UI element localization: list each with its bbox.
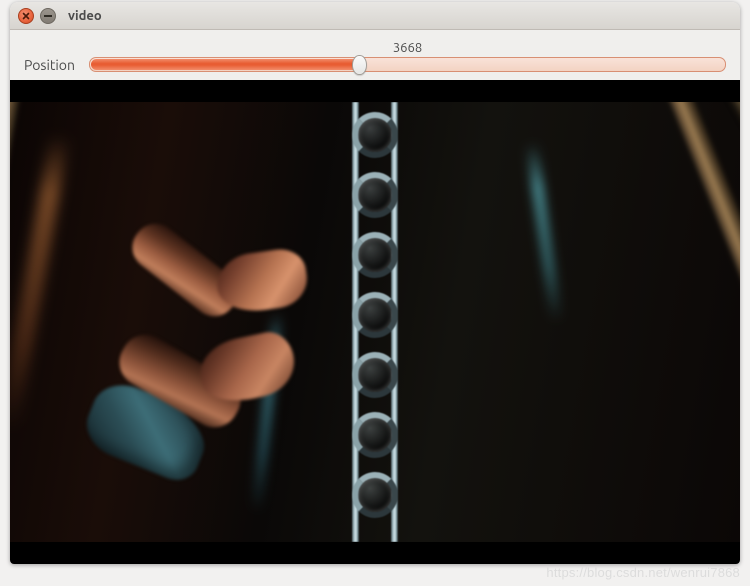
close-icon [22, 12, 30, 20]
position-slider[interactable] [89, 57, 726, 72]
hands [145, 227, 355, 467]
column-ring [352, 172, 398, 218]
position-label: Position [24, 40, 75, 72]
slider-fill [91, 59, 358, 70]
column-ring [352, 412, 398, 458]
orange-rim-light [10, 133, 70, 432]
position-slider-container: 3668 [89, 41, 726, 72]
column-ring [352, 472, 398, 518]
minimize-icon [44, 15, 52, 17]
column-ring [352, 292, 398, 338]
minimize-button[interactable] [40, 8, 56, 24]
column-ring [352, 232, 398, 278]
slider-thumb[interactable] [352, 55, 367, 75]
close-button[interactable] [18, 8, 34, 24]
window-title: video [68, 9, 102, 23]
video-frame [10, 102, 740, 542]
column-ring [352, 352, 398, 398]
tripod-leg-left [10, 102, 26, 542]
titlebar[interactable]: video [10, 2, 740, 30]
video-display [10, 80, 740, 564]
column-ring [352, 112, 398, 158]
app-window: video Position 3668 [10, 2, 740, 564]
watermark-text: https://blog.csdn.net/wenrui7868 [546, 565, 740, 580]
tripod-leg-right-front [647, 102, 740, 542]
trackbar-row: Position 3668 [10, 30, 740, 80]
cyan-rim-light-1 [526, 142, 563, 322]
position-value: 3668 [393, 41, 422, 55]
